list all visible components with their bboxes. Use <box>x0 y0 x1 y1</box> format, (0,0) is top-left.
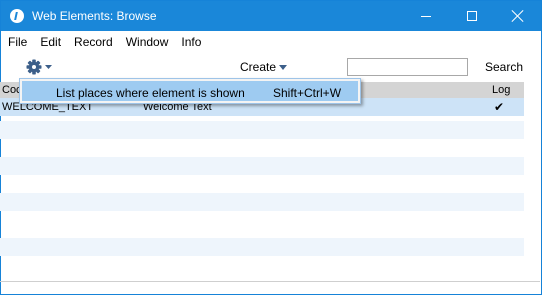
menu-item-list-places[interactable]: List places where element is shown Shift… <box>22 81 358 101</box>
search-button[interactable]: Search <box>485 60 523 74</box>
maximize-button[interactable] <box>449 1 495 31</box>
menu-item-label: List places where element is shown <box>56 86 245 100</box>
minimize-icon <box>421 15 431 17</box>
search-input[interactable] <box>347 58 468 76</box>
empty-row <box>0 175 524 193</box>
empty-row <box>0 256 524 274</box>
title-bar[interactable]: Web Elements: Browse <box>1 1 541 31</box>
operations-menu-button[interactable] <box>25 58 55 76</box>
menu-record[interactable]: Record <box>74 35 113 49</box>
operations-dropdown-menu: List places where element is shown Shift… <box>19 78 361 104</box>
create-button[interactable]: Create <box>240 60 276 74</box>
chevron-down-icon <box>45 65 52 69</box>
menu-bar: File Edit Record Window Info <box>1 31 541 52</box>
gear-icon <box>26 59 52 75</box>
menu-edit[interactable]: Edit <box>40 35 61 49</box>
minimize-button[interactable] <box>403 1 449 31</box>
empty-row <box>0 193 524 211</box>
bottom-divider <box>0 281 540 282</box>
close-icon <box>512 10 524 22</box>
menu-info[interactable]: Info <box>181 35 201 49</box>
maximize-icon <box>467 11 477 21</box>
column-header-log[interactable]: Log <box>492 84 510 96</box>
list-scroll-area[interactable] <box>524 82 540 281</box>
menu-file[interactable]: File <box>8 35 27 49</box>
empty-row <box>0 211 524 229</box>
app-logo-icon <box>10 9 24 23</box>
window-title: Web Elements: Browse <box>32 9 157 23</box>
checkmark-icon: ✔ <box>494 100 505 114</box>
create-chevron-down-icon[interactable] <box>279 65 287 70</box>
empty-row <box>0 121 524 139</box>
close-button[interactable] <box>495 1 541 31</box>
empty-row <box>0 238 524 256</box>
menu-window[interactable]: Window <box>126 35 169 49</box>
empty-row <box>0 157 524 175</box>
empty-row <box>0 139 524 157</box>
menu-item-shortcut: Shift+Ctrl+W <box>273 86 342 100</box>
